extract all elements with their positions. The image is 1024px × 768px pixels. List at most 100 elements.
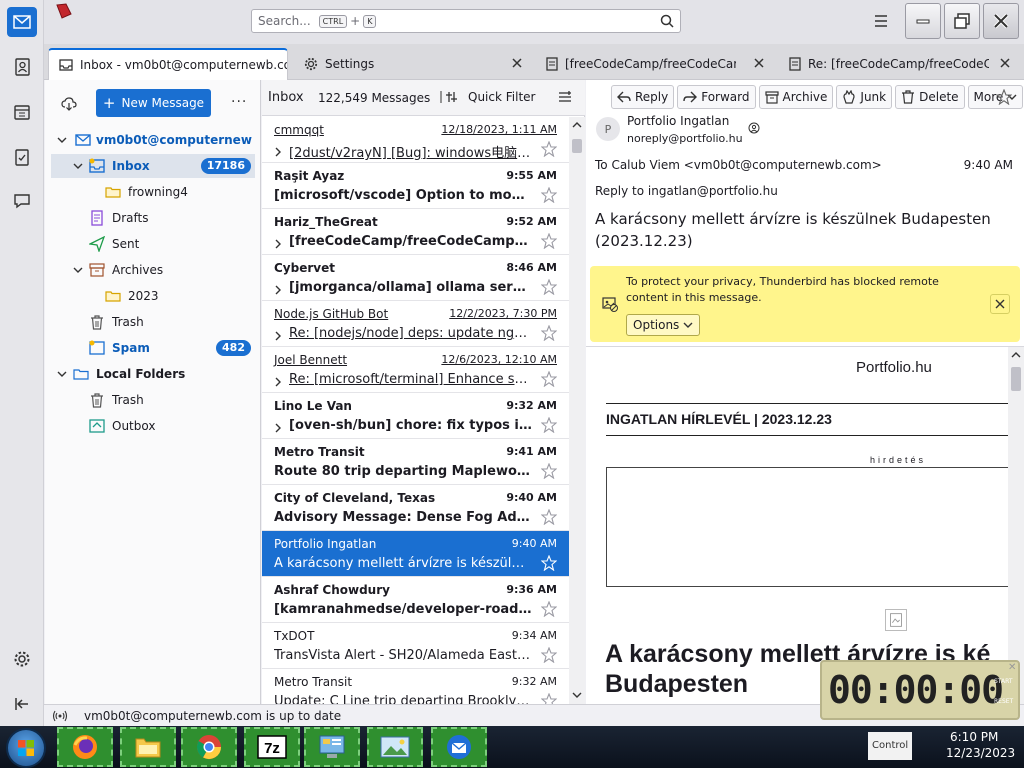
folder-trash[interactable]: Trash: [51, 310, 255, 334]
close-window-button[interactable]: [983, 3, 1019, 39]
message-row[interactable]: Cybervet 8:46 AM [jmorganca/ollama] ollama…: [262, 255, 569, 301]
display-options-icon[interactable]: [558, 90, 572, 104]
message-row[interactable]: Lino Le Van 9:32 AM [oven-sh/bun] chore: f…: [262, 393, 569, 439]
chevron-right-icon[interactable]: [274, 285, 282, 295]
star-icon[interactable]: [541, 509, 557, 525]
chevron-right-icon[interactable]: [274, 377, 282, 387]
folder-local-trash[interactable]: Trash: [51, 388, 255, 412]
tab-settings-close-icon[interactable]: [511, 57, 523, 69]
thread-scroll-thumb[interactable]: [572, 139, 582, 153]
folder-drafts[interactable]: Drafts: [51, 206, 255, 230]
folder-inbox[interactable]: Inbox 17186: [51, 154, 255, 178]
star-icon[interactable]: [541, 371, 557, 387]
taskbar-clock-time[interactable]: 6:10 PM: [950, 730, 998, 744]
timer-close-icon[interactable]: ✕: [1008, 662, 1016, 673]
folder-outbox[interactable]: Outbox: [51, 414, 255, 438]
message-row[interactable]: Portfolio Ingatlan 9:40 AM A karácsony mel…: [262, 531, 569, 577]
folder-2023[interactable]: 2023: [51, 284, 255, 308]
chevron-right-icon[interactable]: [274, 331, 282, 341]
chevron-right-icon[interactable]: [274, 423, 282, 433]
start-button[interactable]: [6, 728, 46, 768]
tab-re-freecodecamp-close-icon[interactable]: [999, 57, 1011, 69]
maximize-button[interactable]: [944, 3, 980, 39]
chevron-right-icon[interactable]: [274, 239, 282, 249]
taskbar-control-panel[interactable]: [304, 727, 360, 767]
collapse-spaces-button[interactable]: [7, 689, 37, 719]
sender-name[interactable]: Portfolio Ingatlan: [627, 114, 729, 128]
folder-local-folders[interactable]: Local Folders: [51, 362, 255, 386]
settings-space-button[interactable]: [7, 644, 37, 674]
remote-content-options-button[interactable]: Options: [626, 314, 701, 336]
star-icon[interactable]: [541, 187, 557, 203]
message-row[interactable]: City of Cleveland, Texas 9:40 AM Advisory …: [262, 485, 569, 531]
message-row[interactable]: Metro Transit 9:41 AM Route 80 trip depart…: [262, 439, 569, 485]
taskbar-thunderbird[interactable]: [431, 727, 487, 767]
message-row[interactable]: cmmqqt 12/18/2023, 1:11 AM [2dust/v2rayN] …: [262, 117, 569, 163]
message-body-scrollbar[interactable]: [1008, 347, 1024, 704]
calendar-button[interactable]: [7, 97, 37, 127]
thread-scrollbar[interactable]: [569, 117, 585, 704]
star-icon[interactable]: [541, 279, 557, 295]
taskbar-firefox[interactable]: [57, 727, 113, 767]
message-row[interactable]: Ashraf Chowdury 9:36 AM [kamranahmedse/dev…: [262, 577, 569, 623]
star-icon[interactable]: [541, 601, 557, 617]
mail-space-button[interactable]: [7, 7, 37, 37]
chevron-right-icon[interactable]: [274, 147, 282, 157]
star-icon[interactable]: [541, 555, 557, 571]
search-input[interactable]: Search... CTRL + K: [251, 9, 681, 33]
to-recipient-line[interactable]: To Calub Viem <vm0b0t@computernewb.com>: [595, 158, 882, 172]
message-body-scroll-thumb[interactable]: [1011, 367, 1021, 391]
folder-account[interactable]: vm0b0t@computernewb.com: [51, 128, 255, 152]
folder-frowning4[interactable]: frowning4: [51, 180, 255, 204]
star-icon[interactable]: [541, 141, 557, 157]
taskbar-explorer[interactable]: [120, 727, 176, 767]
junk-button[interactable]: Junk: [836, 85, 893, 109]
archive-button[interactable]: Archive: [758, 85, 834, 109]
star-icon[interactable]: [541, 417, 557, 433]
address-book-button[interactable]: [7, 52, 37, 82]
chat-button[interactable]: [7, 186, 37, 216]
tab-freecodecamp[interactable]: [freeCodeCamp/freeCodeCamp] fix: [536, 48, 736, 80]
message-row[interactable]: Node.js GitHub Bot 12/2/2023, 7:30 PM Re: …: [262, 301, 569, 347]
star-icon[interactable]: [541, 693, 557, 704]
tab-inbox[interactable]: Inbox - vm0b0t@computernewb.com: [48, 48, 288, 80]
contact-icon[interactable]: [748, 122, 760, 134]
tasks-button[interactable]: [7, 142, 37, 172]
star-icon[interactable]: [541, 647, 557, 663]
app-menu-icon[interactable]: [872, 12, 890, 30]
message-row[interactable]: Metro Transit 9:32 AM Update: C Line trip …: [262, 669, 569, 704]
folder-spam[interactable]: Spam 482: [51, 336, 255, 360]
message-row[interactable]: Hariz_TheGreat 9:52 AM [freeCodeCamp/freeC…: [262, 209, 569, 255]
star-icon[interactable]: [541, 233, 557, 249]
folder-archives[interactable]: Archives: [51, 258, 255, 282]
reply-to-line[interactable]: Reply to ingatlan@portfolio.hu: [595, 184, 778, 198]
taskbar-clock-date[interactable]: 12/23/2023: [946, 746, 1015, 760]
sender-address[interactable]: noreply@portfolio.hu: [627, 132, 743, 145]
taskbar-chrome[interactable]: [181, 727, 237, 767]
star-icon[interactable]: [541, 325, 557, 341]
timer-controls[interactable]: START RESET: [994, 678, 1013, 706]
tray-notification[interactable]: Control: [868, 732, 912, 760]
forward-button[interactable]: Forward: [677, 85, 756, 109]
online-status-icon[interactable]: [52, 709, 68, 723]
taskbar-photos[interactable]: [367, 727, 423, 767]
star-icon[interactable]: [996, 89, 1012, 105]
timer-widget[interactable]: 00:00:00 START RESET ✕: [820, 660, 1020, 720]
message-row[interactable]: TxDOT 9:34 AM TransVista Alert - SH20/Alam…: [262, 623, 569, 669]
tab-re-freecodecamp[interactable]: Re: [freeCodeCamp/freeCodeCamp]: [779, 48, 989, 80]
message-row[interactable]: Raşit Ayaz 9:55 AM [microsoft/vscode] Opti…: [262, 163, 569, 209]
star-icon[interactable]: [541, 463, 557, 479]
new-message-button[interactable]: + New Message: [96, 89, 211, 117]
tab-settings[interactable]: Settings: [294, 48, 524, 80]
get-messages-icon[interactable]: [61, 96, 77, 112]
tab-freecodecamp-close-icon[interactable]: [753, 57, 765, 69]
folder-pane-menu-button[interactable]: ···: [231, 94, 247, 110]
reply-button[interactable]: Reply: [611, 85, 675, 109]
delete-button[interactable]: Delete: [895, 85, 965, 109]
taskbar-7zip[interactable]: 7z: [244, 727, 300, 767]
quick-filter-button[interactable]: Quick Filter: [440, 90, 535, 104]
folder-sent[interactable]: Sent: [51, 232, 255, 256]
message-row[interactable]: Joel Bennett 12/6/2023, 12:10 AM Re: [micr…: [262, 347, 569, 393]
minimize-button[interactable]: [905, 3, 941, 39]
notification-close-button[interactable]: [990, 294, 1010, 314]
